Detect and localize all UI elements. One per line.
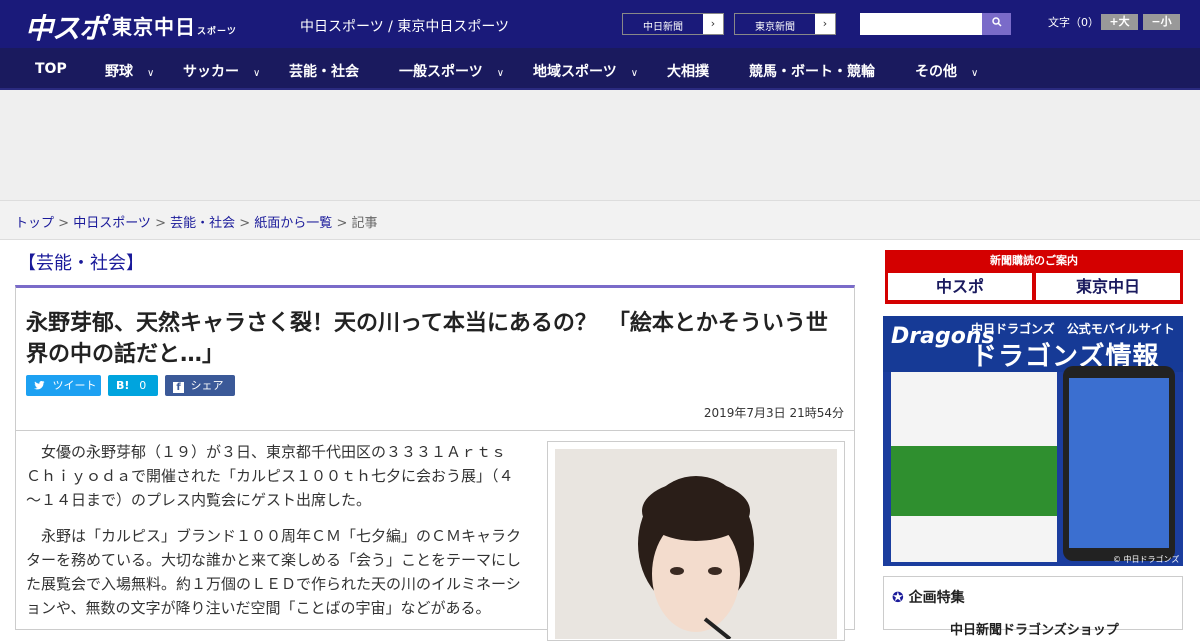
article-photo[interactable] [547,441,845,641]
nav-general-sports[interactable]: 一般スポーツ ∨ [399,61,504,81]
site-header: 中スポ 東京中日スポーツ 中日スポーツ / 東京中日スポーツ 中日新聞 › 東京… [0,0,1200,48]
text-size-label: 文字（0） [1048,16,1099,29]
nav-label: 一般スポーツ [399,64,483,80]
nav-label: 野球 [105,64,133,80]
chevron-down-icon: ∨ [147,68,155,79]
breadcrumb-current: 記事 [351,216,378,231]
chevron-down-icon: ∨ [971,68,979,79]
sub-logo-chuspo[interactable]: 中スポ [888,273,1032,300]
text-size-down-button[interactable]: −小 [1143,14,1180,30]
link-label: 東京新聞 [755,22,795,33]
subscription-title: 新聞購読のご案内 [990,254,1078,267]
nav-top[interactable]: TOP [35,61,67,77]
nav-label: 地域スポーツ [533,64,617,80]
nav-label: サッカー [183,64,239,80]
breadcrumb-top[interactable]: トップ [15,216,54,231]
sub-logo-tokyo[interactable]: 東京中日 [1036,273,1180,300]
breadcrumb-sep: > [235,216,255,231]
special-features-label: 企画特集 [908,590,965,606]
search-icon [991,17,1002,27]
hatena-icon: B! [116,379,130,392]
search-button[interactable] [982,13,1011,35]
nav-keiba[interactable]: 競馬・ボート・競輪 [749,61,875,81]
article-box: 永野芽郁、天然キャラさく裂！天の川って本当にあるの？ 「絵本とかそういう世界の中… [15,285,855,641]
phone-screen [1069,378,1169,548]
dragons-subtitle: 中日ドラゴンズ 公式モバイルサイト [971,322,1175,336]
breadcrumb: トップ > 中日スポーツ > 芸能・社会 > 紙面から一覧 > 記事 [15,212,378,231]
dragons-mobile-banner[interactable]: Dragons 中日ドラゴンズ 公式モバイルサイト ドラゴンズ情報 © 中日ドラ… [883,316,1183,566]
chevron-down-icon: ∨ [496,68,505,79]
nav-soccer[interactable]: サッカー ∨ [183,61,260,81]
fb-share-count: 0 [176,400,183,413]
facebook-icon: f [173,382,184,393]
nav-entertainment[interactable]: 芸能・社会 [289,61,359,81]
breadcrumb-list[interactable]: 紙面から一覧 [254,216,332,231]
twitter-icon [34,381,45,390]
field-preview [891,446,1057,516]
tokyo-logo-text: 東京中日 [112,15,196,39]
tokyo-logo-small: スポーツ [197,27,237,37]
ad-banner-area [0,90,1200,200]
dragons-banner-header: Dragons 中日ドラゴンズ 公式モバイルサイト ドラゴンズ情報 [883,316,1183,372]
article-headline: 永野芽郁、天然キャラさく裂！天の川って本当にあるの？ 「絵本とかそういう世界の中… [26,311,828,367]
search-input[interactable] [860,13,982,35]
photo-image [555,449,837,639]
phone-illustration [1063,366,1175,561]
chevron-right-icon: › [815,14,835,34]
search-box [860,13,1011,35]
tweet-label: ツイート [52,379,97,392]
nav-baseball[interactable]: 野球 ∨ [105,61,154,81]
chevron-right-icon: › [703,14,723,34]
nav-label: その他 [915,64,957,80]
dragons-shop-link[interactable]: 中日新聞ドラゴンズショップ [950,619,1119,638]
breadcrumb-chunichi-sports[interactable]: 中日スポーツ [73,216,151,231]
special-features-box: ✪ 企画特集 中日新聞ドラゴンズショップ [883,576,1183,638]
nav-sumo[interactable]: 大相撲 [667,61,709,81]
nav-other[interactable]: その他 ∨ [915,61,978,81]
portrait-image [555,449,837,639]
ribbon-icon: ✪ [892,590,904,606]
tokyo-shimbun-link[interactable]: 東京新聞 › [734,13,836,35]
tweet-button[interactable]: ツイート [26,375,101,396]
nav-local-sports[interactable]: 地域スポーツ ∨ [533,61,638,81]
breadcrumb-sep: > [332,216,352,231]
link-label: 中日新聞 [643,22,683,33]
breadcrumb-entertainment[interactable]: 芸能・社会 [170,216,235,231]
hatena-count: 0 [139,379,147,392]
nav-label: TOP [35,61,67,77]
subscription-banner[interactable]: 新聞購読のご案内 中スポ 東京中日 [885,250,1183,304]
divider [16,430,854,431]
article-paragraph: 永野は「カルピス」ブランド１００周年ＣＭ「七夕編」のＣＭキャラクターを務めている… [26,527,522,617]
breadcrumb-sep: > [54,216,74,231]
dragons-copyright: © 中日ドラゴンズ [1113,555,1180,564]
breadcrumb-sep: > [150,216,171,231]
chunichi-shimbun-link[interactable]: 中日新聞 › [622,13,724,35]
hatena-button[interactable]: B! 0 [108,375,158,396]
fb-share-label: シェア [190,379,224,392]
article-body: 女優の永野芽郁（１９）が３日、東京都千代田区の３３３１Ａｒｔｓ Ｃｈｉｙｏｄａで… [26,440,526,632]
article-paragraph: 女優の永野芽郁（１９）が３日、東京都千代田区の３３３１Ａｒｔｓ Ｃｈｉｙｏｄａで… [26,443,522,509]
chevron-down-icon: ∨ [253,68,261,79]
chevron-down-icon: ∨ [630,68,639,79]
main-nav: TOP 野球 ∨ サッカー ∨ 芸能・社会 一般スポーツ ∨ 地域スポーツ ∨ 大相撲 … [0,48,1200,90]
nav-label: 芸能・社会 [289,64,359,80]
tokyo-chunichi-logo[interactable]: 東京中日スポーツ [112,11,237,40]
breadcrumb-bar: トップ > 中日スポーツ > 芸能・社会 > 紙面から一覧 > 記事 [0,200,1200,240]
category-title: 【芸能・社会】 [18,253,144,274]
chuspo-logo[interactable]: 中スポ [25,7,107,47]
facebook-share-button[interactable]: f シェア 0 [165,375,235,413]
special-features-title: ✪ 企画特集 [892,587,965,607]
article-date: 2019年7月3日 21時54分 [703,406,844,420]
nav-label: 競馬・ボート・競輪 [749,64,875,80]
nav-label: 大相撲 [667,64,709,80]
text-size-up-button[interactable]: +大 [1101,14,1138,30]
site-title: 中日スポーツ / 東京中日スポーツ [300,19,510,35]
